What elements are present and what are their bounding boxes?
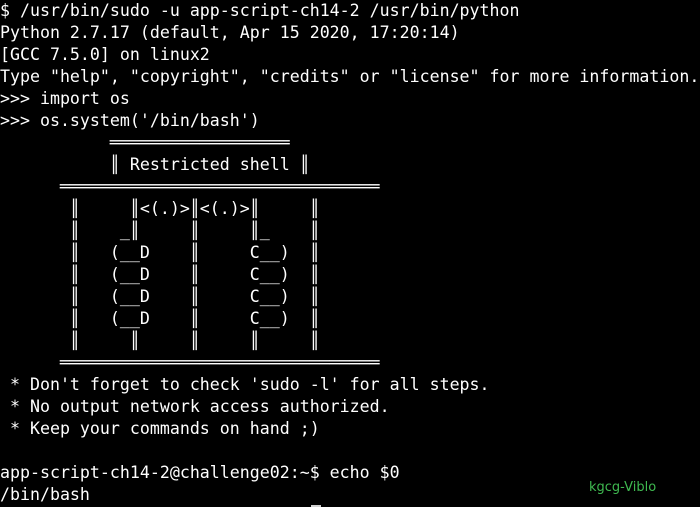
banner-line: ║ (__D ║ C__) ║ [0, 309, 320, 328]
banner-line: ══════════════════ [0, 133, 290, 152]
terminal-line-help: Type "help", "copyright", "credits" or "… [0, 67, 700, 86]
banner-line: ║ ║<(.)>║<(.)>║ ║ [0, 199, 320, 218]
banner-line: ║ (__D ║ C__) ║ [0, 243, 320, 262]
terminal-line-python-version: Python 2.7.17 (default, Apr 15 2020, 17:… [0, 23, 460, 42]
banner-line: ║ _║ ║ ║_ ║ [0, 221, 320, 240]
terminal-window[interactable]: $ /usr/bin/sudo -u app-script-ch14-2 /us… [0, 0, 700, 507]
banner-line: ════════════════════════════════ [0, 177, 380, 196]
notice-line: * Keep your commands on hand ;) [0, 419, 320, 438]
terminal-line-import: >>> import os [0, 89, 130, 108]
terminal-line-command: $ /usr/bin/sudo -u app-script-ch14-2 /us… [0, 1, 520, 20]
notice-line: * No output network access authorized. [0, 397, 390, 416]
banner-line: ║ (__D ║ C__) ║ [0, 265, 320, 284]
banner-line: ║ (__D ║ C__) ║ [0, 287, 320, 306]
banner-title: ║ Restricted shell ║ [0, 155, 310, 174]
terminal-line-gcc: [GCC 7.5.0] on linux2 [0, 45, 210, 64]
banner-line: ════════════════════════════════ [0, 353, 380, 372]
watermark-label: kgcg-Viblo [589, 480, 657, 495]
terminal-line-os-system: >>> os.system('/bin/bash') [0, 111, 260, 130]
notice-line: * Don't forget to check 'sudo -l' for al… [0, 375, 490, 394]
banner-line: ║ ║ ║ ║ ║ [0, 331, 320, 350]
